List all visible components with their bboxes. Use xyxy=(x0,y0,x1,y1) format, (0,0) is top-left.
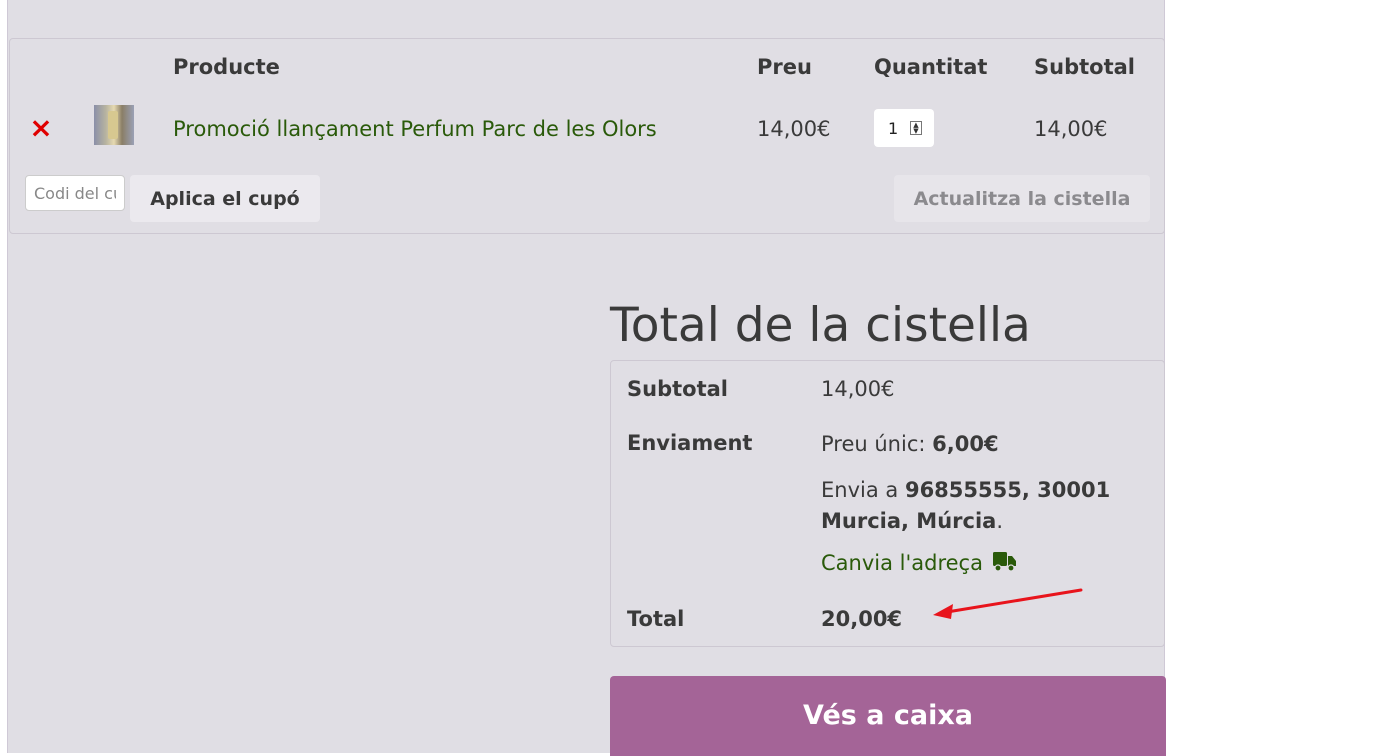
quantity-stepper[interactable]: 1 ▲ ▼ xyxy=(874,109,934,147)
header-subtotal: Subtotal xyxy=(1034,55,1135,79)
quantity-value[interactable]: 1 xyxy=(888,119,898,138)
ship-to-suffix: . xyxy=(996,509,1004,533)
apply-coupon-button[interactable]: Aplica el cupó xyxy=(130,175,320,222)
spinner-arrows-icon[interactable]: ▲ ▼ xyxy=(910,121,922,135)
shipping-rate: Preu únic: 6,00€ xyxy=(821,429,999,460)
item-price: 14,00€ xyxy=(757,117,831,141)
header-product: Producte xyxy=(173,55,280,79)
subtotal-value: 14,00€ xyxy=(821,377,895,401)
total-label: Total xyxy=(627,607,685,631)
cart-table: Producte Preu Quantitat Subtotal × Promo… xyxy=(9,38,1165,234)
proceed-to-checkout-button[interactable]: Vés a caixa xyxy=(610,676,1166,756)
ship-to: Envia a 96855555, 30001 Murcia, Múrcia. xyxy=(821,475,1141,537)
shipping-cost: 6,00€ xyxy=(932,432,999,456)
shipping-method: Preu únic: xyxy=(821,432,926,456)
update-cart-button[interactable]: Actualitza la cistella xyxy=(894,175,1150,222)
subtotal-label: Subtotal xyxy=(627,377,728,401)
item-subtotal: 14,00€ xyxy=(1034,117,1108,141)
cart-totals-title: Total de la cistella xyxy=(610,298,1031,353)
shipping-label: Enviament xyxy=(627,431,753,455)
header-price: Preu xyxy=(757,55,812,79)
change-address-link[interactable]: Canvia l'adreça xyxy=(821,551,1017,575)
header-quantity: Quantitat xyxy=(874,55,988,79)
change-address-label[interactable]: Canvia l'adreça xyxy=(821,551,983,575)
truck-icon[interactable] xyxy=(992,552,1017,572)
product-name-link[interactable]: Promoció llançament Perfum Parc de les O… xyxy=(173,117,657,141)
cart-page: Producte Preu Quantitat Subtotal × Promo… xyxy=(7,0,1166,756)
coupon-input[interactable] xyxy=(25,175,125,211)
ship-to-prefix: Envia a xyxy=(821,478,899,502)
total-value: 20,00€ xyxy=(821,607,903,631)
product-thumbnail[interactable] xyxy=(94,105,134,145)
remove-item-icon[interactable]: × xyxy=(28,114,54,142)
cart-totals-table: Subtotal 14,00€ Enviament Preu únic: 6,0… xyxy=(610,360,1165,647)
